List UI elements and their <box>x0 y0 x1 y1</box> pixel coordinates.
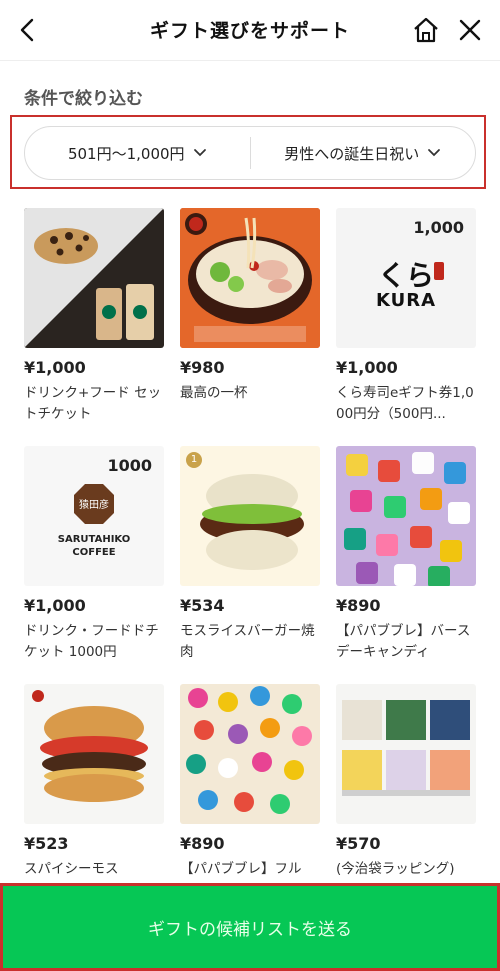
chevron-down-icon <box>193 149 206 157</box>
product-card[interactable]: 1,000 くら KURA ¥1,000 くら寿司eギフト券1,000円分（50… <box>336 208 476 425</box>
app-header: ギフト選びをサポート <box>0 0 500 61</box>
product-name: ドリンク・フードドチケット 1000円 <box>24 623 159 660</box>
filter-section-label: 条件で絞り込む <box>24 89 143 109</box>
product-image-candy <box>336 446 476 586</box>
product-name: (今治袋ラッピング) <box>336 861 455 877</box>
product-price: ¥890 <box>336 596 381 615</box>
product-card[interactable]: ¥890 【パパブブレ】バースデーキャンディ <box>336 446 476 663</box>
mos-badge: 1 <box>186 452 202 468</box>
product-image-starbucks <box>24 208 164 348</box>
saru-coffee: COFFEE <box>72 547 116 558</box>
chevron-down-icon <box>428 149 441 157</box>
product-image-mos-rice-burger: 1 <box>180 446 320 586</box>
product-price: ¥534 <box>180 596 225 615</box>
occasion-filter-dropdown[interactable]: 男性への誕生日祝い <box>251 127 476 179</box>
product-image-kura: 1,000 くら KURA <box>336 208 476 348</box>
kura-seal-icon <box>434 262 444 280</box>
product-name: モスライスバーガー焼肉 <box>180 623 315 660</box>
saru-amount: 1000 <box>107 456 152 475</box>
occasion-filter-value: 男性への誕生日祝い <box>284 144 420 163</box>
filter-bar: 501円〜1,000円 男性への誕生日祝い <box>24 126 476 180</box>
home-icon[interactable] <box>410 14 442 46</box>
price-filter-value: 501円〜1,000円 <box>67 144 185 163</box>
product-price: ¥1,000 <box>24 358 86 377</box>
product-card[interactable]: 1000 猿田彦 SARUTAHIKO COFFEE ¥1,000 ドリンク・フ… <box>24 446 164 663</box>
price-filter-dropdown[interactable]: 501円〜1,000円 <box>25 127 250 179</box>
product-name: 【パパブブレ】バースデーキャンディ <box>336 623 471 660</box>
product-price: ¥1,000 <box>336 358 398 377</box>
product-name: ドリンク+フード セットチケット <box>24 385 162 422</box>
product-image-towels <box>336 684 476 824</box>
kura-logo-jp: くら <box>377 259 434 292</box>
saru-brand: SARUTAHIKO <box>57 534 131 545</box>
product-name: くら寿司eギフト券1,000円分（500円... <box>336 385 474 422</box>
product-name: 【パパブブレ】フル <box>180 861 302 877</box>
send-gift-list-label: ギフトの候補リストを送る <box>148 919 352 940</box>
product-price: ¥1,000 <box>24 596 86 615</box>
product-card[interactable]: ¥1,000 ドリンク+フード セットチケット <box>24 208 164 425</box>
product-price: ¥523 <box>24 834 69 853</box>
send-gift-list-button[interactable]: ギフトの候補リストを送る <box>3 886 497 968</box>
kura-amount: 1,000 <box>413 218 464 237</box>
product-card[interactable]: ¥980 最高の一杯 <box>180 208 320 404</box>
product-image-spicy-mos <box>24 684 164 824</box>
product-price: ¥980 <box>180 358 225 377</box>
product-card[interactable]: ¥523 スパイシーモス <box>24 684 164 880</box>
product-card[interactable]: ¥570 (今治袋ラッピング) <box>336 684 476 880</box>
product-image-candy-full <box>180 684 320 824</box>
product-name: スパイシーモス <box>24 861 119 877</box>
product-name: 最高の一杯 <box>180 385 248 401</box>
product-price: ¥890 <box>180 834 225 853</box>
product-image-sarutahiko: 1000 猿田彦 SARUTAHIKO COFFEE <box>24 446 164 586</box>
saru-logo-jp: 猿田彦 <box>79 500 109 511</box>
product-image-ramen <box>180 208 320 348</box>
kura-logo-en: KURA <box>375 290 437 311</box>
product-price: ¥570 <box>336 834 381 853</box>
product-card[interactable]: ¥890 【パパブブレ】フル <box>180 684 320 880</box>
close-icon[interactable] <box>454 14 486 46</box>
product-card[interactable]: 1 ¥534 モスライスバーガー焼肉 <box>180 446 320 663</box>
